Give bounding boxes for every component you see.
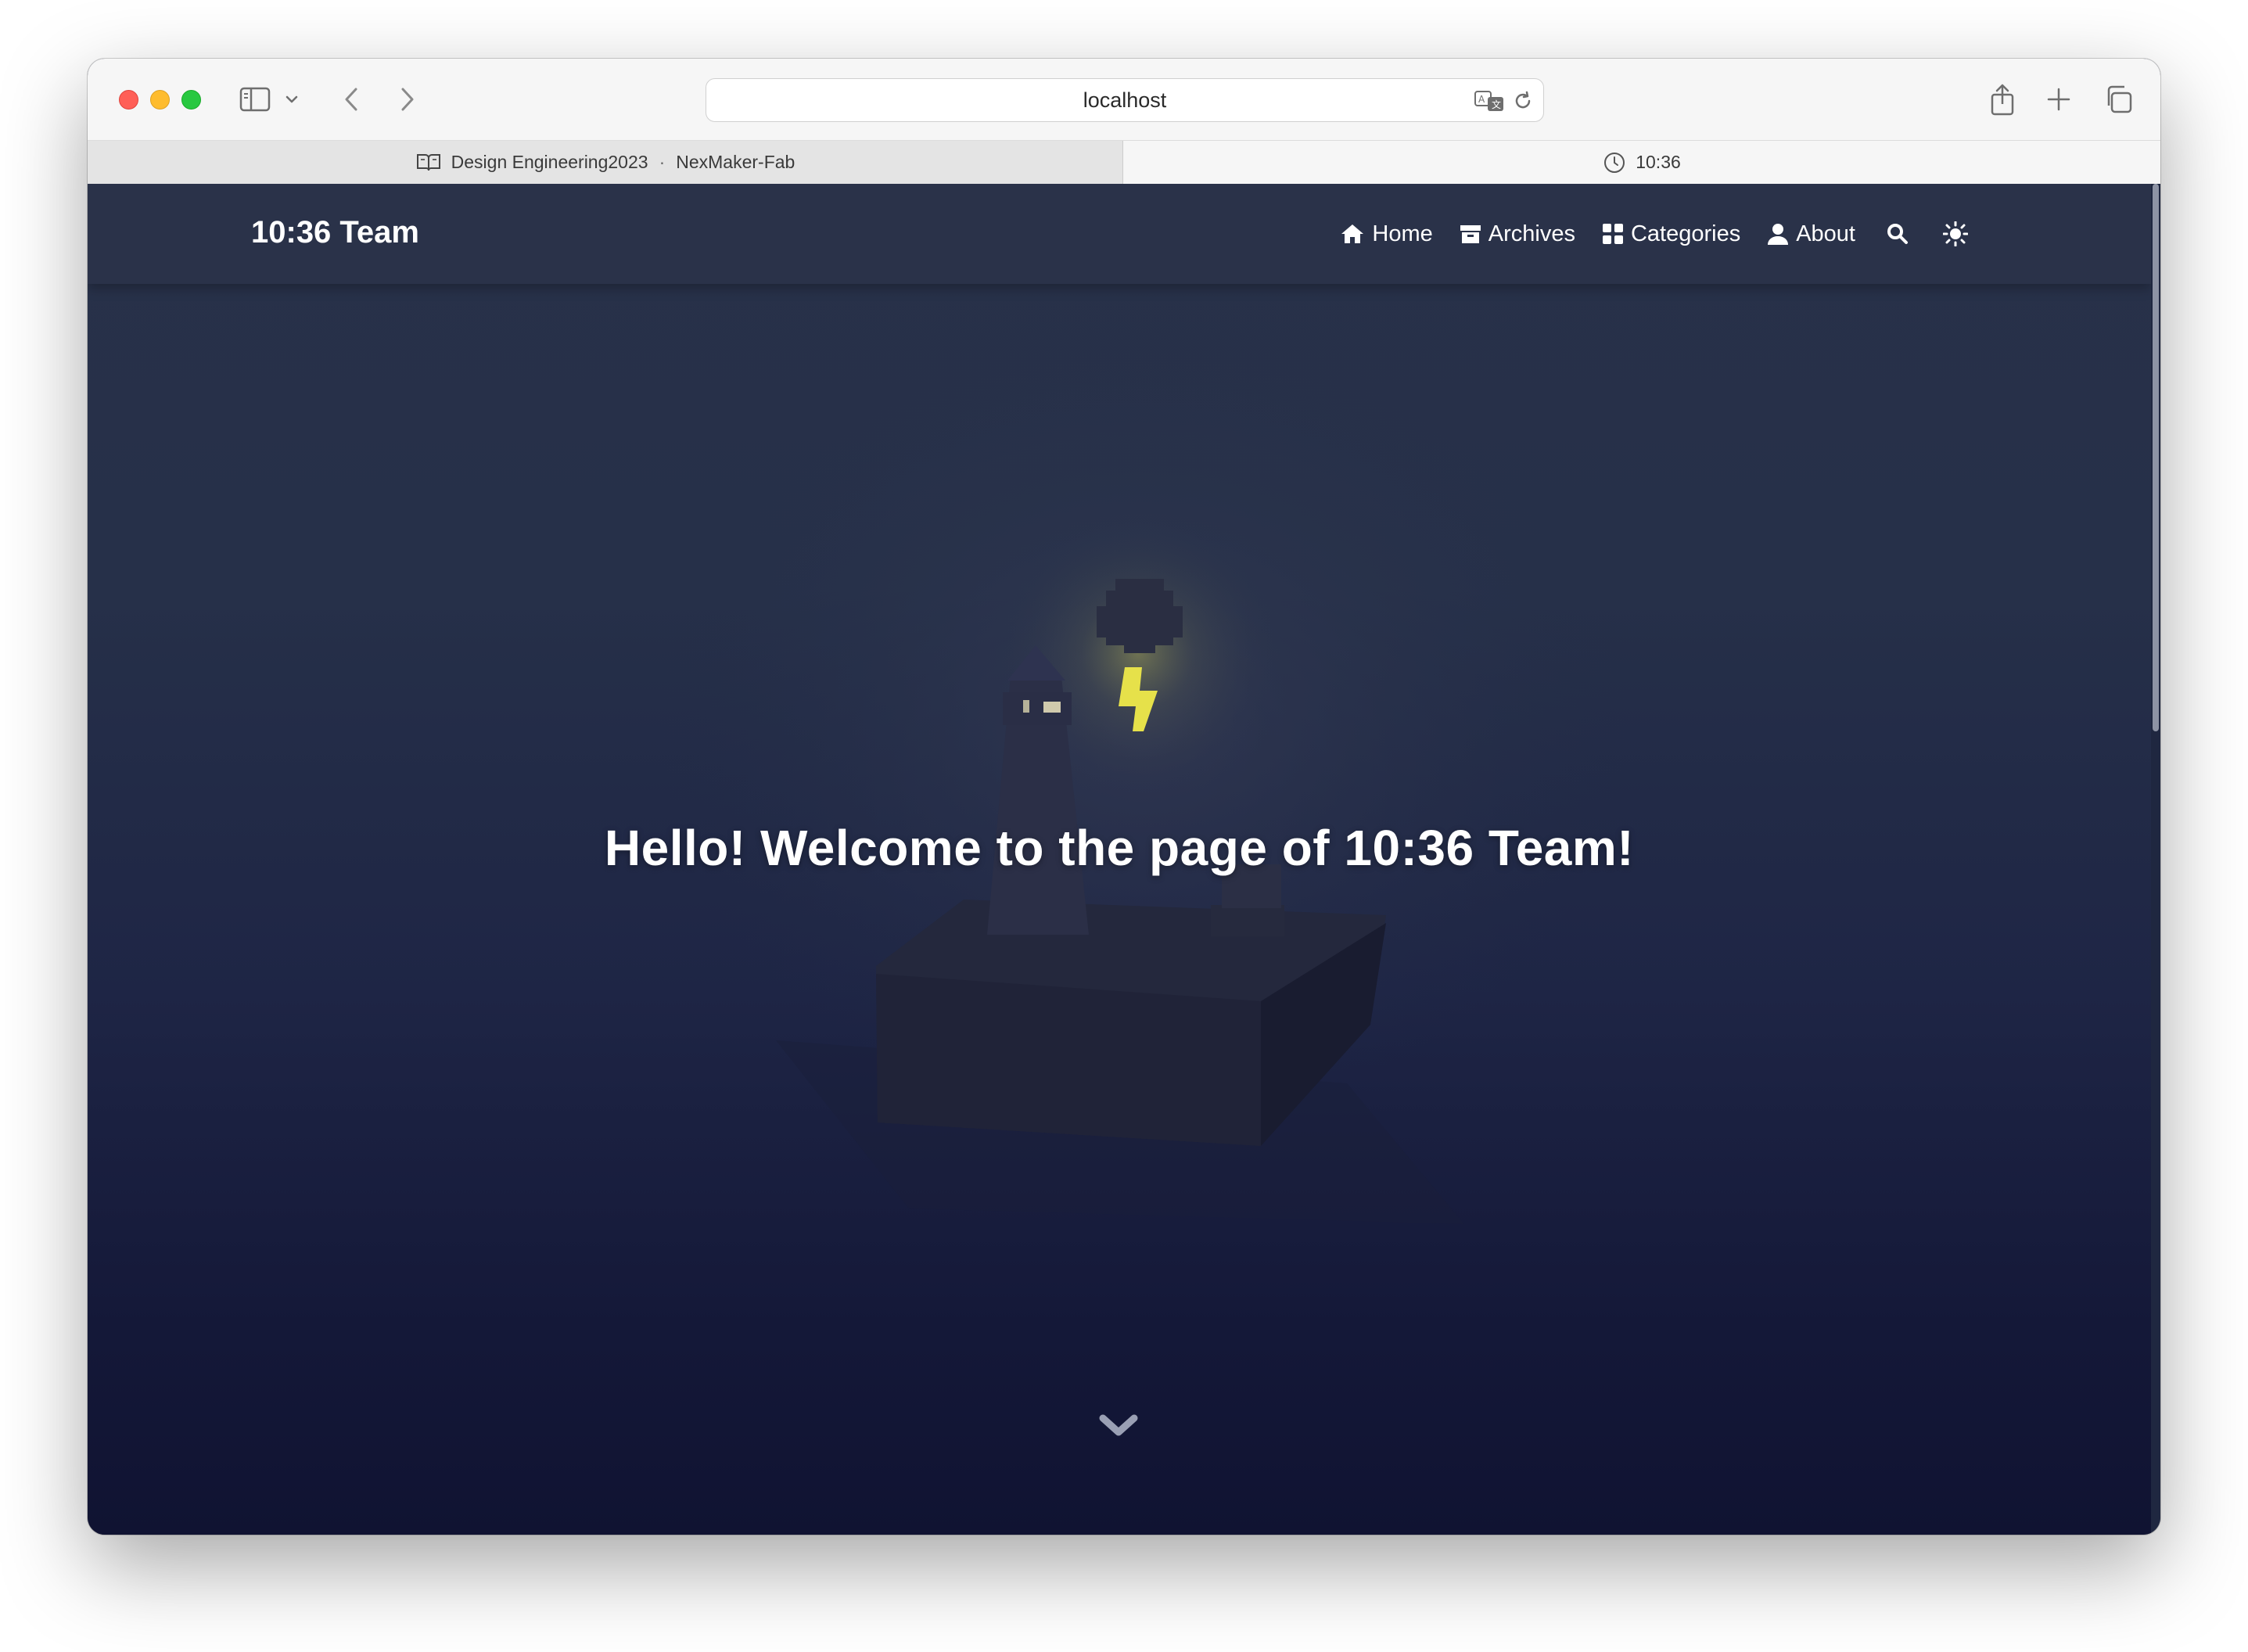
nav-categories[interactable]: Categories xyxy=(1602,221,1740,247)
close-window-button[interactable] xyxy=(119,90,138,110)
address-bar[interactable]: localhost A文 xyxy=(706,78,1544,122)
sidebar-toggle-icon[interactable] xyxy=(239,85,271,113)
hero-title: Hello! Welcome to the page of 10:36 Team… xyxy=(604,820,1635,876)
browser-window: localhost A文 Design Engineering2023 · Ne… xyxy=(88,59,2160,1535)
nav-home[interactable]: Home xyxy=(1340,221,1433,247)
back-arrow-icon[interactable] xyxy=(336,82,367,117)
new-tab-icon[interactable] xyxy=(2043,82,2074,117)
zoom-window-button[interactable] xyxy=(181,90,201,110)
home-icon xyxy=(1341,224,1364,243)
nav-about-label: About xyxy=(1796,221,1855,246)
tab-overview-icon[interactable] xyxy=(2101,82,2135,117)
nav-about[interactable]: About xyxy=(1767,221,1855,247)
nav-menu: Home Archives Categories About xyxy=(1340,184,1971,284)
grid-icon xyxy=(1602,224,1623,244)
tab-design-engineering[interactable]: Design Engineering2023 · NexMaker-Fab xyxy=(88,141,1123,184)
nav-home-label: Home xyxy=(1372,221,1433,246)
reload-icon[interactable] xyxy=(1512,89,1534,113)
nav-archives[interactable]: Archives xyxy=(1460,221,1575,247)
web-page: 10:36 Team Home Archives Categories Abou… xyxy=(88,184,2151,1535)
nav-archives-label: Archives xyxy=(1488,221,1575,246)
theme-toggle-sun-icon[interactable] xyxy=(1940,218,1971,250)
tab-1036[interactable]: 10:36 xyxy=(1123,141,2160,184)
user-icon xyxy=(1768,224,1789,245)
url-text: localhost xyxy=(1083,88,1167,112)
forward-arrow-icon[interactable] xyxy=(392,82,423,117)
book-icon xyxy=(416,153,440,171)
scrollbar-thumb[interactable] xyxy=(2153,184,2159,731)
nav-categories-label: Categories xyxy=(1630,221,1741,246)
minimize-window-button[interactable] xyxy=(150,90,170,110)
search-icon[interactable] xyxy=(1882,218,1913,250)
clock-icon xyxy=(1604,152,1625,173)
browser-toolbar: localhost A文 xyxy=(88,59,2160,141)
svg-text:文: 文 xyxy=(1492,99,1501,110)
tab-subtitle: NexMaker-Fab xyxy=(676,152,795,172)
tab-separator: · xyxy=(659,152,666,172)
archive-icon xyxy=(1460,225,1481,243)
site-brand[interactable]: 10:36 Team xyxy=(251,215,419,250)
svg-text:A: A xyxy=(1478,94,1485,105)
tab-bar: Design Engineering2023 · NexMaker-Fab 10… xyxy=(88,141,2160,184)
translate-icon[interactable]: A文 xyxy=(1473,88,1506,113)
chevron-down-icon[interactable] xyxy=(282,88,302,110)
site-navbar: 10:36 Team Home Archives Categories Abou… xyxy=(88,184,2151,284)
scroll-down-chevron-icon[interactable] xyxy=(1098,1412,1139,1438)
tab-title: 10:36 xyxy=(1636,152,1681,172)
tab-title: Design Engineering2023 xyxy=(451,152,648,172)
share-icon[interactable] xyxy=(1987,81,2018,118)
